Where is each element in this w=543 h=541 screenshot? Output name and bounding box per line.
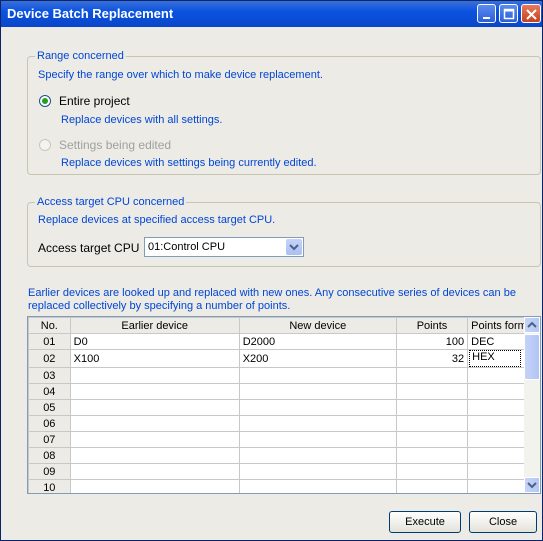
points-cell[interactable]	[395, 415, 469, 432]
new-device-cell[interactable]	[238, 367, 397, 384]
row-number: 03	[28, 367, 71, 384]
chevron-down-icon	[527, 482, 537, 489]
row-number: 08	[28, 447, 71, 464]
row-number: 02	[28, 349, 71, 368]
close-button[interactable]: Close	[469, 511, 537, 533]
title-bar[interactable]: Device Batch Replacement	[1, 1, 542, 27]
range-description: Specify the range over which to make dev…	[38, 69, 323, 81]
maximize-icon	[503, 8, 515, 20]
maximize-button[interactable]	[499, 4, 518, 23]
points-cell[interactable]	[395, 463, 469, 480]
radio-entire-project[interactable]	[39, 95, 51, 107]
points-cell[interactable]	[395, 383, 469, 400]
col-header-no: No.	[28, 317, 71, 334]
chevron-up-icon	[527, 321, 537, 328]
table-row[interactable]: 01 D0 D2000 100 DEC	[28, 333, 540, 350]
table-row[interactable]: 09	[28, 463, 540, 480]
grid-scrollbar[interactable]	[524, 317, 540, 493]
earlier-device-cell[interactable]	[69, 415, 240, 432]
table-row[interactable]: 08	[28, 447, 540, 464]
col-header-earlier-device: Earlier device	[69, 317, 240, 334]
points-cell[interactable]	[395, 431, 469, 448]
settings-being-edited-hint: Replace devices with settings being curr…	[61, 157, 317, 169]
row-number: 05	[28, 399, 71, 416]
new-device-cell[interactable]	[238, 479, 397, 493]
scroll-down-button[interactable]	[524, 477, 540, 493]
range-group-legend: Range concerned	[35, 50, 126, 62]
points-format-select[interactable]: HEX	[469, 350, 521, 367]
replacement-grid: No. Earlier device New device Points Poi…	[27, 316, 541, 494]
radio-settings-being-edited[interactable]	[39, 139, 51, 151]
row-number: 07	[28, 431, 71, 448]
earlier-device-cell[interactable]	[69, 431, 240, 448]
points-cell[interactable]: 32	[395, 349, 469, 368]
table-row[interactable]: 02 X100 X200 32 HEX	[28, 349, 540, 368]
earlier-device-cell[interactable]	[69, 383, 240, 400]
scroll-up-button[interactable]	[524, 317, 540, 333]
new-device-cell[interactable]	[238, 383, 397, 400]
close-window-button[interactable]	[521, 4, 541, 23]
table-row[interactable]: 04	[28, 383, 540, 400]
points-cell[interactable]	[395, 447, 469, 464]
points-cell[interactable]	[395, 479, 469, 493]
earlier-device-cell[interactable]	[69, 367, 240, 384]
earlier-device-cell[interactable]	[69, 447, 240, 464]
row-number: 09	[28, 463, 71, 480]
earlier-device-cell[interactable]: X100	[69, 349, 240, 368]
col-header-new-device: New device	[238, 317, 397, 334]
points-format-value: HEX	[472, 351, 495, 363]
table-row[interactable]: 06	[28, 415, 540, 432]
new-device-cell[interactable]	[238, 447, 397, 464]
row-number: 06	[28, 415, 71, 432]
earlier-device-cell[interactable]	[69, 399, 240, 416]
cpu-group-legend: Access target CPU concerned	[35, 196, 187, 208]
instructions-line1: Earlier devices are looked up and replac…	[28, 287, 516, 299]
points-cell[interactable]	[395, 367, 469, 384]
access-target-cpu-value: 01:Control CPU	[148, 241, 226, 253]
col-header-points: Points	[395, 317, 469, 334]
row-number: 04	[28, 383, 71, 400]
earlier-device-cell[interactable]	[69, 463, 240, 480]
settings-being-edited-label[interactable]: Settings being edited	[59, 138, 171, 152]
table-row[interactable]: 10	[28, 479, 540, 493]
chevron-down-icon	[289, 244, 299, 251]
cpu-description: Replace devices at specified access targ…	[38, 214, 276, 226]
range-group: Range concerned Specify the range over w…	[27, 50, 541, 175]
new-device-cell[interactable]	[238, 399, 397, 416]
row-number: 10	[28, 479, 71, 493]
minimize-icon	[483, 17, 490, 19]
entire-project-label[interactable]: Entire project	[59, 94, 130, 108]
cpu-group: Access target CPU concerned Replace devi…	[27, 196, 541, 267]
minimize-button[interactable]	[477, 4, 496, 23]
table-row[interactable]: 03	[28, 367, 540, 384]
earlier-device-cell[interactable]: D0	[69, 333, 240, 350]
table-row[interactable]: 07	[28, 431, 540, 448]
new-device-cell[interactable]	[238, 415, 397, 432]
entire-project-hint: Replace devices with all settings.	[61, 114, 223, 126]
new-device-cell[interactable]	[238, 431, 397, 448]
execute-button[interactable]: Execute	[389, 511, 461, 533]
points-cell[interactable]: 100	[395, 333, 469, 350]
new-device-cell[interactable]: D2000	[238, 333, 397, 350]
window-title: Device Batch Replacement	[7, 6, 174, 21]
cpu-dropdown-button[interactable]	[286, 239, 302, 255]
access-target-cpu-select[interactable]: 01:Control CPU	[144, 237, 304, 257]
dialog-window: Device Batch Replacement Range concerned…	[0, 0, 543, 541]
new-device-cell[interactable]	[238, 463, 397, 480]
points-cell[interactable]	[395, 399, 469, 416]
replacement-table: No. Earlier device New device Points Poi…	[28, 317, 540, 493]
table-row[interactable]: 05	[28, 399, 540, 416]
earlier-device-cell[interactable]	[69, 479, 240, 493]
row-number: 01	[28, 333, 71, 350]
scroll-thumb[interactable]	[524, 334, 540, 380]
instructions-line2: replaced collectively by specifying a nu…	[28, 300, 291, 312]
access-target-cpu-label: Access target CPU	[38, 241, 140, 255]
close-icon	[526, 9, 537, 20]
new-device-cell[interactable]: X200	[238, 349, 397, 368]
